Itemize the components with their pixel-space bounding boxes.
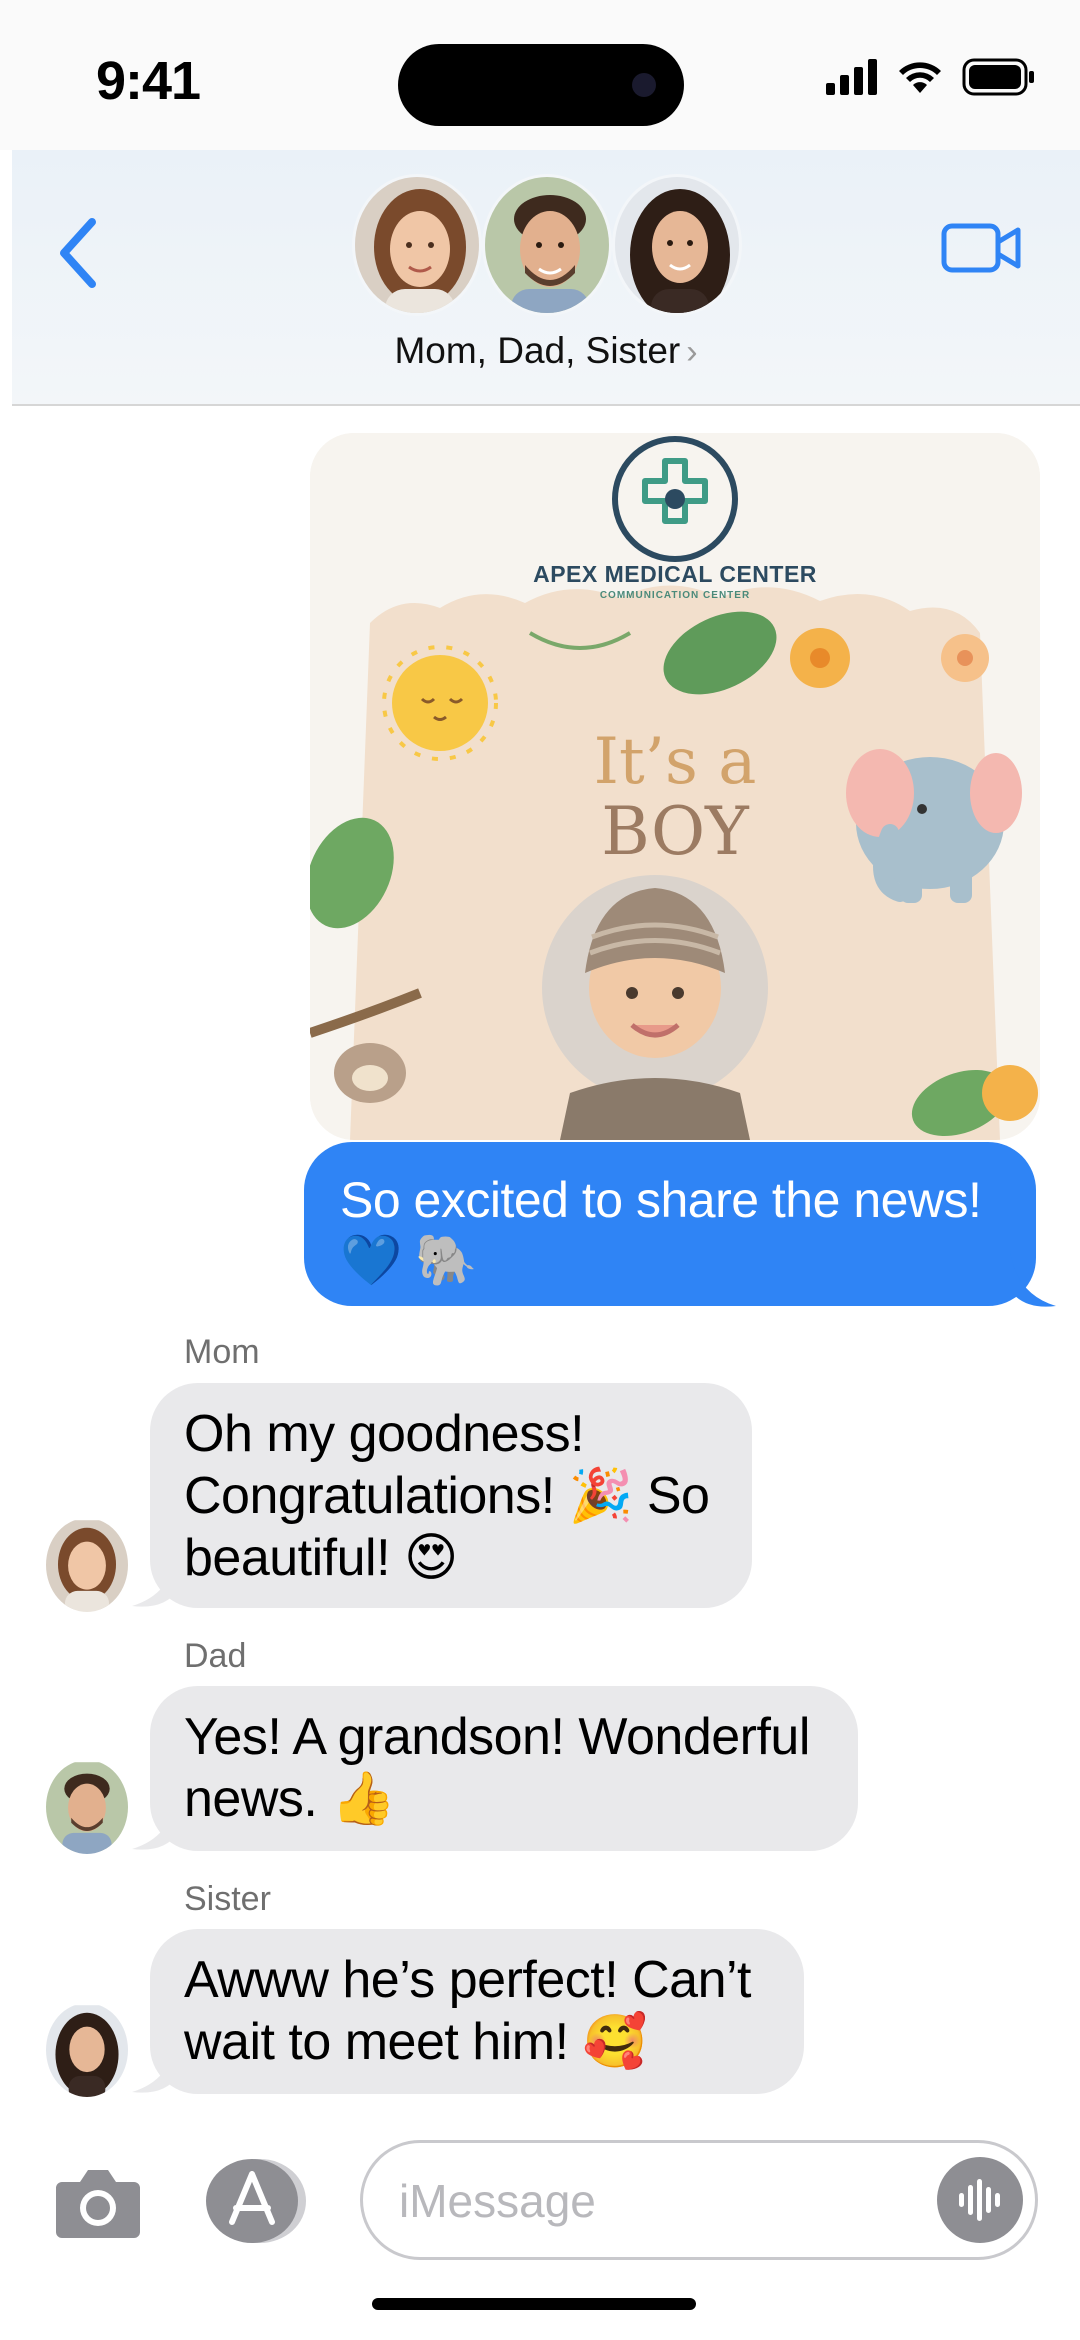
- message-line: Congratulations! 🎉 So: [184, 1467, 710, 1525]
- bubble-tail: [132, 1550, 178, 1607]
- message-line: 💙 🐘: [340, 1232, 477, 1288]
- message-input-container: [360, 2140, 1038, 2260]
- announcement-headline-1: It’s a: [593, 725, 757, 799]
- avatar-dad-small[interactable]: [46, 1760, 128, 1854]
- sender-name-sister: Sister: [184, 1880, 271, 1918]
- participant-names: Mom, Dad, Sister: [394, 330, 681, 371]
- conversation-title[interactable]: Mom, Dad, Sister ›: [12, 330, 1080, 372]
- announcement-headline-2: BOY: [601, 793, 749, 870]
- bubble-tail: [132, 2036, 178, 2093]
- chevron-left-icon: [60, 218, 96, 288]
- avatar-mom-small[interactable]: [46, 1518, 128, 1612]
- message-line: Awww he’s perfect! Can’t: [184, 1951, 752, 2009]
- dynamic-island: [398, 44, 684, 126]
- camera-icon: [56, 2170, 140, 2238]
- app-store-button[interactable]: [202, 2156, 312, 2246]
- avatar-mom: [352, 174, 482, 316]
- chevron-right-icon: ›: [686, 333, 698, 371]
- avatar-sister: [612, 174, 742, 316]
- sender-name-dad: Dad: [184, 1637, 247, 1675]
- message-line: beautiful! 😍: [184, 1529, 458, 1587]
- home-indicator[interactable]: [372, 2298, 696, 2310]
- video-camera-icon: [941, 223, 1021, 273]
- group-avatars[interactable]: [352, 174, 752, 316]
- status-bar: 9:41: [0, 0, 1080, 150]
- avatar-dad: [482, 174, 612, 316]
- hospital-logo-subtitle: COMMUNICATION CENTER: [599, 590, 751, 601]
- imessage-input[interactable]: [399, 2169, 919, 2233]
- conversation-header: Mom, Dad, Sister ›: [12, 150, 1080, 406]
- sender-name-mom: Mom: [184, 1333, 260, 1371]
- wifi-icon: [899, 62, 941, 93]
- bubble-tail: [132, 1793, 178, 1850]
- message-line: So excited to share the news!: [340, 1172, 982, 1228]
- status-time: 9:41: [96, 51, 201, 111]
- message-line: Oh my goodness!: [184, 1405, 585, 1463]
- avatar-sister-small[interactable]: [46, 2003, 128, 2097]
- received-message-mom[interactable]: Oh my goodness! Congratulations! 🎉 So be…: [150, 1383, 752, 1608]
- audio-message-button[interactable]: [937, 2157, 1023, 2243]
- received-message-sister[interactable]: Awww he’s perfect! Can’t wait to meet hi…: [150, 1929, 804, 2094]
- message-line: Yes! A grandson! Wonderful: [184, 1708, 810, 1766]
- status-icons: [826, 58, 1036, 96]
- message-line: news. 👍: [184, 1770, 396, 1828]
- app-store-icon: [206, 2159, 306, 2243]
- message-line: wait to meet him! 🥰: [184, 2013, 647, 2071]
- hospital-logo-title: APEX MEDICAL CENTER: [533, 561, 817, 587]
- waveform-icon: [959, 2179, 1000, 2221]
- facetime-video-button[interactable]: [940, 216, 1024, 280]
- received-message-dad[interactable]: Yes! A grandson! Wonderful news. 👍: [150, 1686, 858, 1851]
- back-button[interactable]: [48, 208, 108, 298]
- sent-message-bubble[interactable]: So excited to share the news! 💙 🐘: [304, 1142, 1036, 1306]
- battery-icon: [962, 58, 1034, 96]
- cellular-signal-icon: [826, 59, 877, 95]
- bubble-tail: [1010, 1250, 1056, 1307]
- baby-announcement-image[interactable]: APEX MEDICAL CENTER COMMUNICATION CENTER…: [310, 433, 1040, 1140]
- camera-button[interactable]: [54, 2162, 142, 2242]
